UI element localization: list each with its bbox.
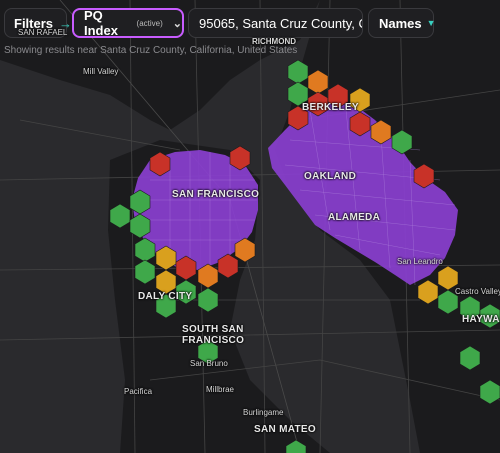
map-label-san-rafael: SAN RAFAEL [18,28,68,37]
chevron-down-icon: ⌄ [172,17,182,30]
map-label-hayward: HAYWA [462,314,500,325]
map-label-san-mateo: SAN MATEO [254,424,316,435]
map-label-san-bruno: San Bruno [190,359,228,368]
map-label-millbrae: Millbrae [206,385,235,394]
map-label-oakland: OAKLAND [304,171,357,182]
map-label-burlingame: Burlingame [243,408,284,417]
pq-index-state: (active) [136,18,163,28]
map-label-daly-city: DALY CITY [138,291,193,302]
names-toggle[interactable]: Names ▼ [368,8,436,38]
map-label-richmond: RICHMOND [252,37,296,46]
results-status: Showing results near Santa Cruz County, … [4,45,298,56]
map-label-mill-valley: Mill Valley [83,67,119,76]
map-label-berkeley: BERKELEY [302,102,359,113]
toolbar: Filters → PQ Index (active) ⌄ 95065, San… [0,8,500,40]
location-search-input[interactable]: 95065, Santa Cruz County, Calif [188,8,363,38]
map-label-south-sf-line2: FRANCISCO [182,335,245,346]
map-label-alameda: ALAMEDA [328,212,381,223]
map-label-san-leandro: San Leandro [397,257,443,266]
map-label-pacifica: Pacifica [124,387,153,396]
map-label-south-sf-line1: SOUTH SAN [182,324,244,335]
map-canvas[interactable] [0,0,500,453]
names-label: Names [379,15,422,31]
caret-down-icon: ▼ [426,18,436,28]
pq-index-dropdown[interactable]: PQ Index (active) ⌄ [72,8,184,38]
pq-index-label: PQ Index [84,8,118,38]
map-label-san-francisco: SAN FRANCISCO [172,189,260,200]
search-value: 95065, Santa Cruz County, Calif [199,15,362,31]
map-label-castro-valley: Castro Valley [455,287,500,296]
